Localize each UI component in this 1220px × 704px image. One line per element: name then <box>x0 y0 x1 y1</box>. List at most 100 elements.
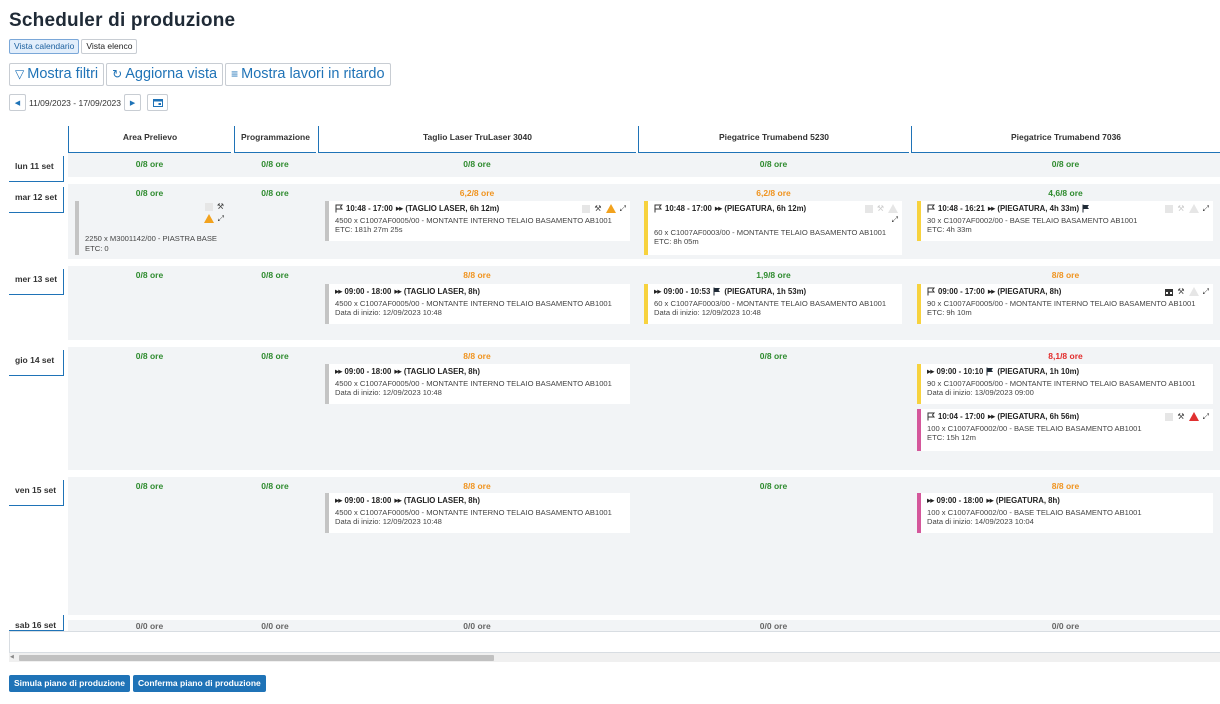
hours-badge: 0/8 ore <box>261 351 289 361</box>
card-header: 10:48 - 17:00 ▸▸ (PIEGATURA, 6h 12m) <box>654 203 898 214</box>
tab-list-view[interactable]: Vista elenco <box>81 39 138 54</box>
flag-outline-icon <box>927 412 935 421</box>
card-start-date: Data di inizio: 13/09/2023 09:00 <box>927 388 1034 397</box>
card-header: ▸▸ 09:00 - 10:53 (PIEGATURA, 1h 53m) <box>654 286 898 297</box>
card-time: 09:00 - 17:00 <box>938 287 985 296</box>
expand-icon[interactable]: ⤢ <box>892 216 898 224</box>
tab-calendar-view[interactable]: Vista calendario <box>9 39 80 54</box>
refresh-view-button[interactable]: ↻ Aggiorna vista <box>106 63 224 86</box>
scrollbar-thumb[interactable] <box>19 655 494 661</box>
double-arrow-icon: ▸▸ <box>987 411 995 421</box>
card-description: 4500 x C1007AF0005/00 - MONTANTE INTERNO… <box>335 378 612 388</box>
double-arrow-icon: ▸▸ <box>654 286 661 296</box>
date-navigation: ◀ 11/09/2023 - 17/09/2023 ▶ <box>9 94 169 111</box>
day-label: mer 13 set <box>9 269 64 295</box>
expand-icon[interactable]: ⤢ <box>1203 204 1209 213</box>
column-header-trumabend-5230: Piegatrice Trumabend 5230 <box>638 126 909 153</box>
card-etc: ETC: 9h 10m <box>927 308 972 317</box>
caret-left-icon: ◀ <box>14 99 21 107</box>
show-late-jobs-button[interactable]: ≡ Mostra lavori in ritardo <box>225 63 391 86</box>
card-start-date: Data di inizio: 12/09/2023 10:48 <box>654 308 761 317</box>
hours-badge: 0/8 ore <box>135 188 164 198</box>
card-etc: ETC: 4h 33m <box>927 225 972 234</box>
double-arrow-icon: ▸▸ <box>335 286 342 296</box>
prev-week-button[interactable]: ◀ <box>9 94 26 111</box>
double-arrow-icon: ▸▸ <box>987 203 995 213</box>
card-start-date: Data di inizio: 12/09/2023 10:48 <box>335 517 442 526</box>
job-card[interactable]: ▸▸ 09:00 - 18:00 ▸▸ (TAGLIO LASER, 8h) 4… <box>325 284 630 324</box>
error-warning-icon <box>1188 412 1199 421</box>
day-label: sab 16 set <box>9 615 64 631</box>
card-header: ▸▸ 09:00 - 10:10 (PIEGATURA, 1h 10m) <box>927 366 1209 377</box>
card-description: 4500 x C1007AF0005/00 - MONTANTE INTERNO… <box>335 298 612 308</box>
job-card[interactable]: 10:48 - 17:00 ▸▸ (TAGLIO LASER, 6h 12m) … <box>325 201 630 241</box>
card-operation: (PIEGATURA, 1h 10m) <box>997 367 1080 376</box>
hours-badge: 8/8 ore <box>1051 481 1080 491</box>
job-card[interactable]: 10:48 - 17:00 ▸▸ (PIEGATURA, 6h 12m) ⚒ ⤢… <box>644 201 902 255</box>
view-switch: Vista calendario Vista elenco <box>9 39 138 54</box>
card-operation: (PIEGATURA, 4h 33m) <box>997 204 1080 213</box>
hours-badge: 1,9/8 ore <box>756 270 791 280</box>
expand-icon[interactable]: ⤢ <box>1203 412 1209 421</box>
job-card[interactable]: 09:00 - 17:00 ▸▸ (PIEGATURA, 8h) ⚒ ⤢ 90 … <box>917 284 1213 324</box>
column-header-area-prelievo: Area Prelievo <box>68 126 231 153</box>
job-card[interactable]: ▸▸ 09:00 - 18:00 ▸▸ (TAGLIO LASER, 8h) 4… <box>325 493 630 533</box>
hours-badge: 0/8 ore <box>261 188 289 198</box>
flag-filled-icon <box>713 287 721 296</box>
expand-icon[interactable]: ⤢ <box>1203 287 1209 296</box>
hours-badge: 8/8 ore <box>463 351 491 361</box>
card-operation: (PIEGATURA, 6h 12m) <box>724 204 807 213</box>
hours-badge: 0/8 ore <box>135 351 164 361</box>
card-etc: ETC: 0 <box>85 243 109 253</box>
flag-outline-icon <box>927 287 935 296</box>
job-card[interactable]: ▸▸ 09:00 - 18:00 ▸▸ (PIEGATURA, 8h) 100 … <box>917 493 1213 533</box>
refresh-icon: ↻ <box>112 67 123 81</box>
card-operation: (PIEGATURA, 6h 56m) <box>997 412 1080 421</box>
hours-badge: 6,2/8 ore <box>756 188 791 198</box>
placeholder-icon <box>582 204 591 213</box>
job-card[interactable]: ▸▸ 09:00 - 18:00 ▸▸ (TAGLIO LASER, 8h) 4… <box>325 364 630 404</box>
tool-icon: ⚒ <box>216 202 224 211</box>
show-late-jobs-label: Mostra lavori in ritardo <box>241 66 385 82</box>
card-time: 09:00 - 18:00 <box>936 496 984 505</box>
hours-badge: 0/8 ore <box>261 159 289 169</box>
calendar-picker-button[interactable] <box>147 94 169 111</box>
scroll-left-icon[interactable]: ◀ <box>10 654 14 660</box>
job-card[interactable]: 10:04 - 17:00 ▸▸ (PIEGATURA, 6h 56m) ⚒ ⤢… <box>917 409 1213 451</box>
double-arrow-icon: ▸▸ <box>395 203 403 213</box>
card-start-date: Data di inizio: 14/09/2023 10:04 <box>927 517 1034 526</box>
hours-badge: 0/8 ore <box>261 270 289 280</box>
job-card[interactable]: 10:48 - 16:21 ▸▸ (PIEGATURA, 4h 33m) ⚒ ⤢… <box>917 201 1213 241</box>
warning-icon <box>1188 287 1199 296</box>
hours-badge: 4,6/8 ore <box>1048 188 1083 198</box>
horizontal-scrollbar[interactable]: ◀ <box>9 653 1220 662</box>
hours-badge: 0/8 ore <box>463 159 491 169</box>
hours-badge: 0/0 ore <box>463 621 491 631</box>
card-time: 10:48 - 17:00 <box>665 204 712 213</box>
card-time: 09:00 - 10:10 <box>936 367 984 376</box>
expand-icon[interactable]: ⤢ <box>218 214 224 223</box>
hours-badge: 6,2/8 ore <box>459 188 495 198</box>
simulate-plan-button[interactable]: Simula piano di produzione <box>9 675 130 692</box>
job-card[interactable]: ⚒ ⤢ 2250 x M3001142/00 - PIASTRA BASE ET… <box>75 201 228 255</box>
hours-badge: 0/8 ore <box>759 351 788 361</box>
hours-badge: 0/0 ore <box>135 621 164 631</box>
job-card[interactable]: ▸▸ 09:00 - 10:53 (PIEGATURA, 1h 53m) 60 … <box>644 284 902 324</box>
card-start-date: Data di inizio: 12/09/2023 10:48 <box>335 388 442 397</box>
job-card[interactable]: ▸▸ 09:00 - 10:10 (PIEGATURA, 1h 10m) 90 … <box>917 364 1213 404</box>
card-header: ▸▸ 09:00 - 18:00 ▸▸ (TAGLIO LASER, 8h) <box>335 366 626 377</box>
hours-badge: 0/0 ore <box>261 621 289 631</box>
placeholder-icon <box>864 204 873 213</box>
day-label: ven 15 set <box>9 480 64 506</box>
flag-outline-icon <box>335 204 343 213</box>
hours-badge: 8/8 ore <box>463 270 491 280</box>
double-arrow-icon: ▸▸ <box>335 366 342 376</box>
card-etc: ETC: 8h 05m <box>654 237 699 246</box>
card-icons: ⚒ ⤢ <box>1165 204 1209 213</box>
next-week-button[interactable]: ▶ <box>124 94 142 111</box>
expand-icon[interactable]: ⤢ <box>620 204 626 213</box>
double-arrow-icon: ▸▸ <box>394 495 401 505</box>
show-filters-button[interactable]: ▽ Mostra filtri <box>9 63 105 86</box>
confirm-plan-button[interactable]: Conferma piano di produzione <box>132 675 266 692</box>
tool-icon: ⚒ <box>1177 411 1185 421</box>
